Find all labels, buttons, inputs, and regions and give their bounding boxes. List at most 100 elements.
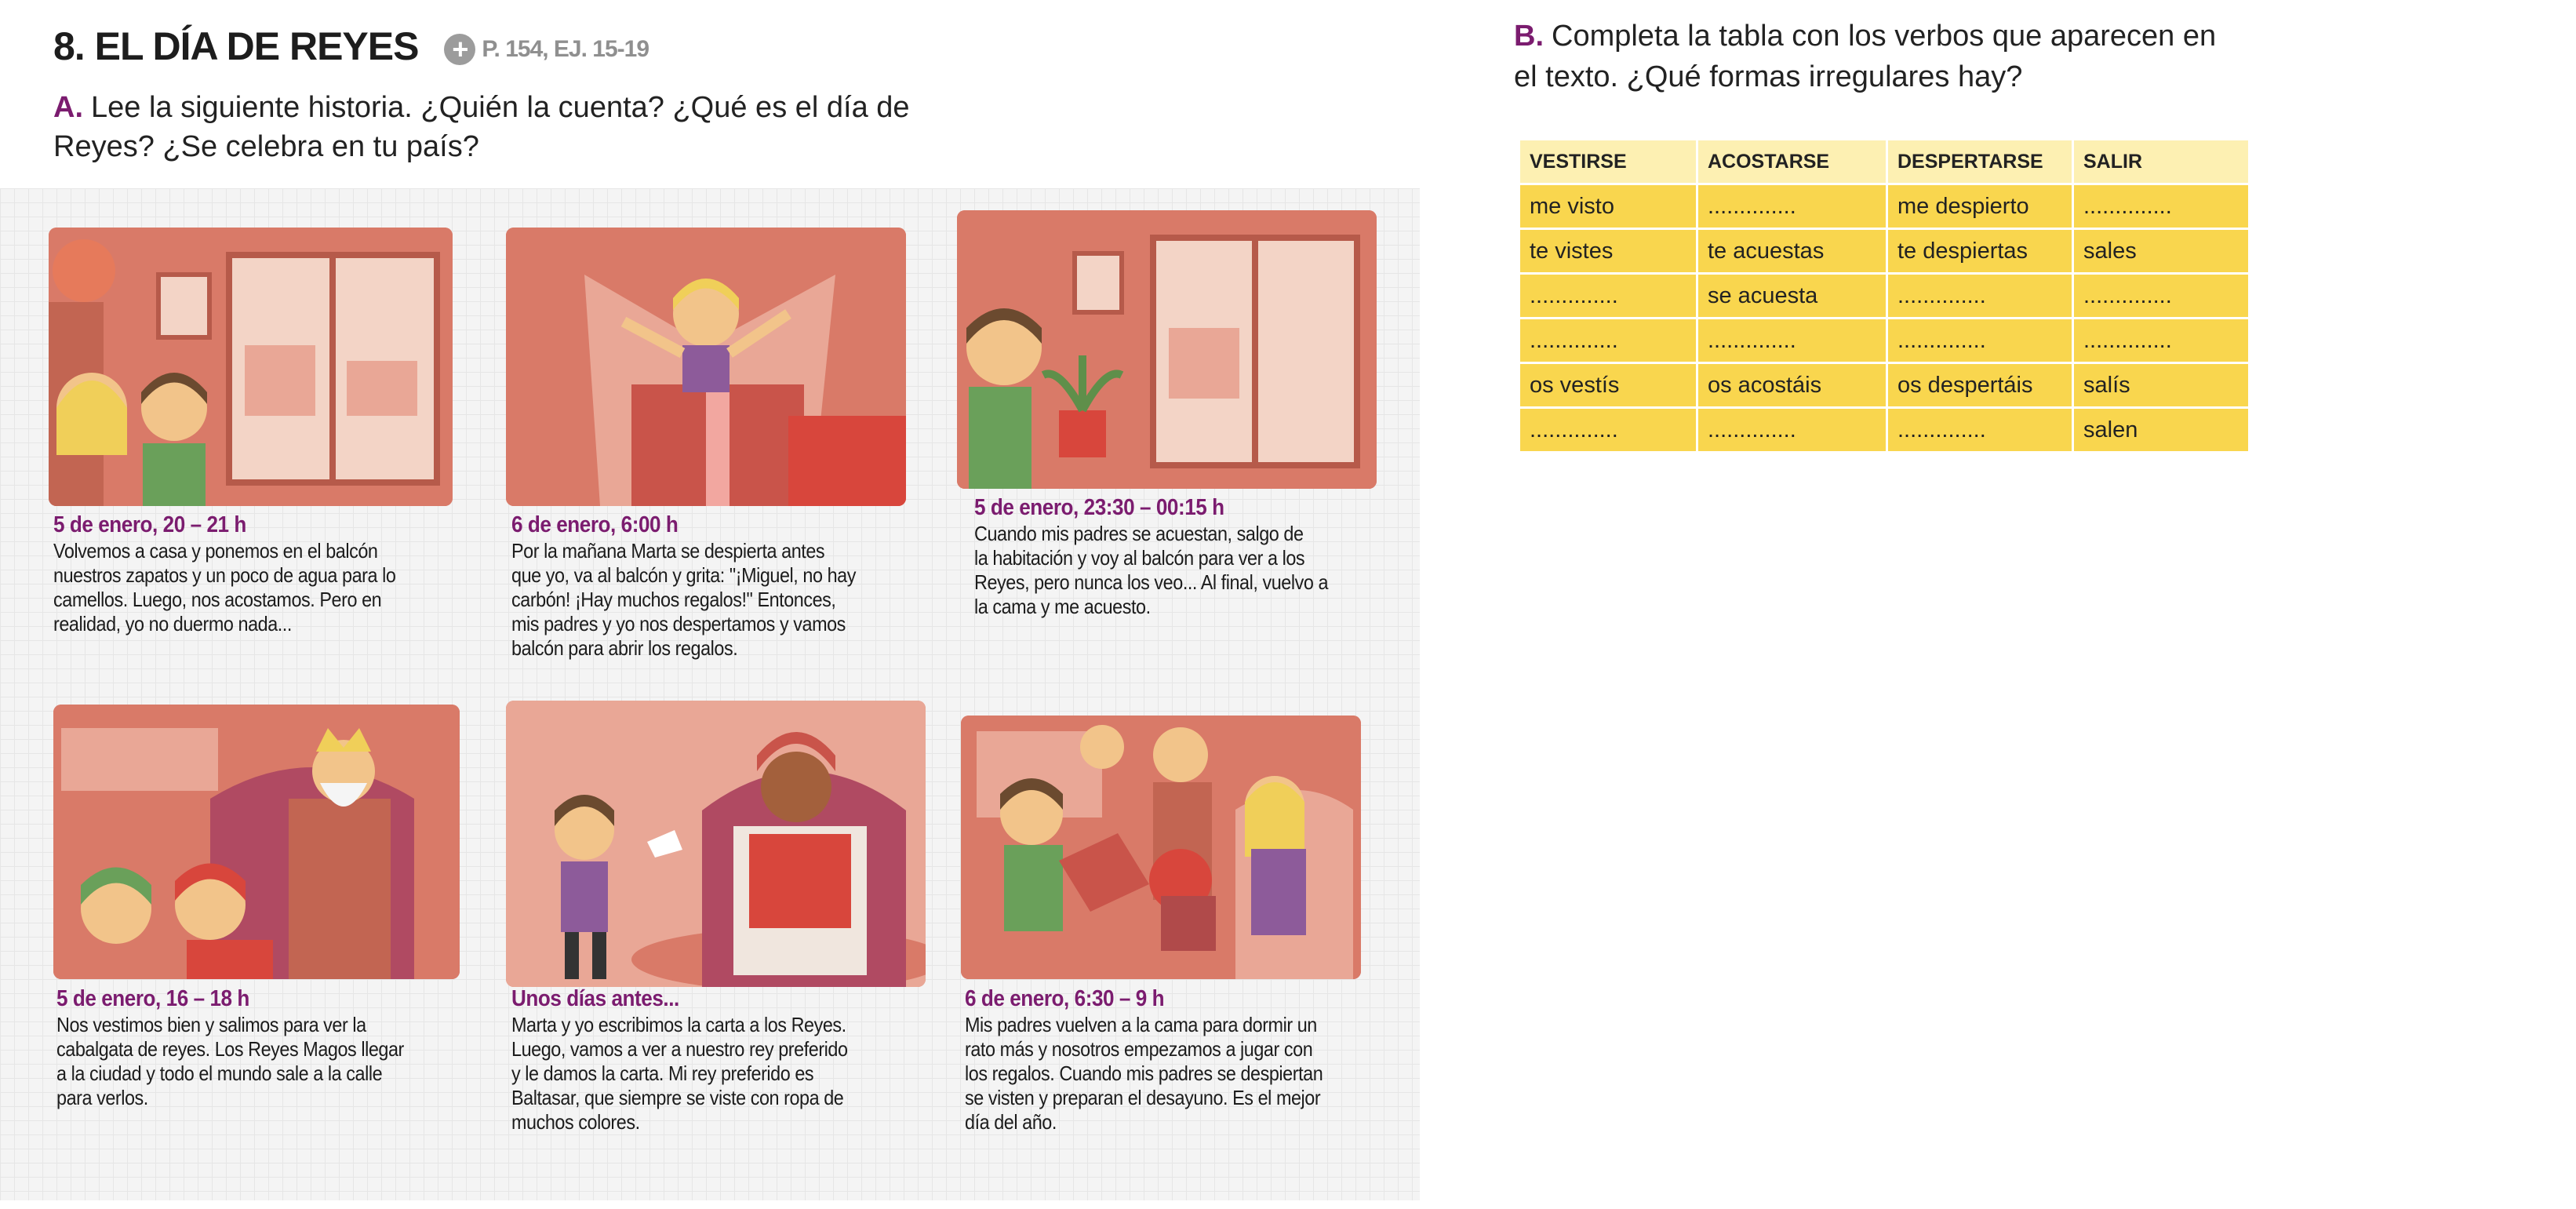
comic-panel-6 <box>961 716 1361 979</box>
exercise-b-line1: Completa la tabla con los verbos que apa… <box>1552 20 2217 53</box>
title-text: 8. EL DÍA DE REYES <box>53 24 419 68</box>
caption-line: Mis padres vuelven a la cama para dormir… <box>965 1013 1317 1036</box>
page-reference[interactable]: + P. 154, EJ. 15-19 <box>444 33 649 65</box>
caption-line: a la ciudad y todo el mundo sale a la ca… <box>56 1062 383 1085</box>
caption-line: realidad, yo no duermo nada... <box>53 612 292 635</box>
comic-panel-5 <box>506 701 926 987</box>
table-row: os vestís os acostáis os despertáis salí… <box>1520 364 2248 406</box>
reference-text: P. 154, EJ. 15-19 <box>482 35 649 62</box>
caption-line: día del año. <box>965 1110 1057 1134</box>
table-row: .............. .............. ..........… <box>1520 409 2248 451</box>
table-cell-blank[interactable]: .............. <box>1888 319 2072 362</box>
caption-time: 5 de enero, 20 – 21 h <box>53 512 246 537</box>
table-cell: te despiertas <box>1888 230 2072 272</box>
table-row: te vistes te acuestas te despiertas sale… <box>1520 230 2248 272</box>
column-header: SALIR <box>2074 140 2248 183</box>
caption-line: rato más y nosotros empezamos a jugar co… <box>965 1037 1313 1061</box>
caption-line: Por la mañana Marta se despierta antes <box>511 539 825 563</box>
panel-3-illustration <box>957 210 1377 489</box>
table-row: me visto .............. me despierto ...… <box>1520 185 2248 228</box>
plus-icon: + <box>444 33 476 65</box>
caption-time: 5 de enero, 23:30 – 00:15 h <box>974 495 1224 520</box>
table-cell-blank[interactable]: .............. <box>2074 275 2248 317</box>
comic-panel-4 <box>53 705 460 979</box>
caption-line: Reyes, pero nunca los veo... Al final, v… <box>974 570 1329 594</box>
table-cell-blank[interactable]: .............. <box>1520 409 1696 451</box>
table-row: .............. .............. ..........… <box>1520 319 2248 362</box>
exercise-a-line1: Lee la siguiente historia. ¿Quién la cue… <box>91 91 910 124</box>
panel-6-illustration <box>961 716 1361 979</box>
caption-line: Baltasar, que siempre se viste con ropa … <box>511 1086 844 1109</box>
page-title: 8. EL DÍA DE REYES + P. 154, EJ. 15-19 <box>53 24 649 69</box>
caption-line: balcón para abrir los regalos. <box>511 636 738 660</box>
exercise-a-section: 8. EL DÍA DE REYES + P. 154, EJ. 15-19 A… <box>0 0 1420 1209</box>
table-cell: sales <box>2074 230 2248 272</box>
caption-line: los regalos. Cuando mis padres se despie… <box>965 1062 1323 1085</box>
panel-1-illustration <box>49 228 453 506</box>
panel-5-illustration <box>506 701 926 987</box>
panel-2-illustration <box>506 228 906 506</box>
header: 8. EL DÍA DE REYES + P. 154, EJ. 15-19 A… <box>0 0 1388 184</box>
caption-line: la habitación y voy al balcón para ver a… <box>974 546 1305 570</box>
caption-line: carbón! ¡Hay muchos regalos!" Entonces, <box>511 588 836 611</box>
verb-table: VESTIRSE ACOSTARSE DESPERTARSE SALIR me … <box>1518 138 2250 453</box>
comic-panel-1 <box>49 228 453 506</box>
caption-line: Luego, vamos a ver a nuestro rey preferi… <box>511 1037 848 1061</box>
table-cell: os vestís <box>1520 364 1696 406</box>
exercise-a-instruction: A. Lee la siguiente historia. ¿Quién la c… <box>53 88 910 166</box>
table-cell-blank[interactable]: .............. <box>1888 275 2072 317</box>
exercise-a-line2: Reyes? ¿Se celebra en tu país? <box>53 130 479 163</box>
table-cell: te acuestas <box>1698 230 1886 272</box>
caption-time: 5 de enero, 16 – 18 h <box>56 986 249 1011</box>
caption-line: Nos vestimos bien y salimos para ver la <box>56 1013 366 1036</box>
comic-panel-2 <box>506 228 906 506</box>
caption-2: 6 de enero, 6:00 h Por la mañana Marta s… <box>511 513 907 661</box>
caption-line: cabalgata de reyes. Los Reyes Magos lleg… <box>56 1037 404 1061</box>
table-cell: se acuesta <box>1698 275 1886 317</box>
caption-line: se visten y preparan el desayuno. Es el … <box>965 1086 1321 1109</box>
panel-4-illustration <box>53 705 460 979</box>
caption-3: 5 de enero, 23:30 – 00:15 h Cuando mis p… <box>974 496 1370 619</box>
caption-line: para verlos. <box>56 1086 148 1109</box>
caption-6: 6 de enero, 6:30 – 9 h Mis padres vuelve… <box>965 987 1374 1134</box>
table-cell-blank[interactable]: .............. <box>1698 409 1886 451</box>
exercise-b-line2: el texto. ¿Qué formas irregulares hay? <box>1514 60 2023 93</box>
caption-time: Unos días antes... <box>511 986 679 1011</box>
column-header: DESPERTARSE <box>1888 140 2072 183</box>
column-header: ACOSTARSE <box>1698 140 1886 183</box>
table-row: .............. se acuesta ..............… <box>1520 275 2248 317</box>
table-cell: os acostáis <box>1698 364 1886 406</box>
table-cell-blank[interactable]: .............. <box>1698 319 1886 362</box>
table-cell-blank[interactable]: .............. <box>1520 319 1696 362</box>
caption-line: Cuando mis padres se acuestan, salgo de <box>974 522 1304 545</box>
table-cell: me despierto <box>1888 185 2072 228</box>
caption-time: 6 de enero, 6:30 – 9 h <box>965 986 1165 1011</box>
caption-line: Volvemos a casa y ponemos en el balcón <box>53 539 378 563</box>
column-header: VESTIRSE <box>1520 140 1696 183</box>
caption-1: 5 de enero, 20 – 21 h Volvemos a casa y … <box>53 513 449 636</box>
table-cell-blank[interactable]: .............. <box>1520 275 1696 317</box>
caption-time: 6 de enero, 6:00 h <box>511 512 679 537</box>
caption-line: y le damos la carta. Mi rey preferido es <box>511 1062 814 1085</box>
caption-line: la cama y me acuesto. <box>974 595 1151 618</box>
table-cell: me visto <box>1520 185 1696 228</box>
comic-panel-3 <box>957 210 1377 489</box>
exercise-b-letter: B. <box>1514 20 1544 53</box>
table-cell: salís <box>2074 364 2248 406</box>
caption-line: mis padres y yo nos despertamos y vamos <box>511 612 846 635</box>
table-header-row: VESTIRSE ACOSTARSE DESPERTARSE SALIR <box>1520 140 2248 183</box>
table-cell: salen <box>2074 409 2248 451</box>
caption-line: Marta y yo escribimos la carta a los Rey… <box>511 1013 846 1036</box>
table-cell-blank[interactable]: .............. <box>1888 409 2072 451</box>
table-cell: te vistes <box>1520 230 1696 272</box>
table-cell-blank[interactable]: .............. <box>2074 185 2248 228</box>
table-cell: os despertáis <box>1888 364 2072 406</box>
table-cell-blank[interactable]: .............. <box>1698 185 1886 228</box>
caption-line: muchos colores. <box>511 1110 640 1134</box>
caption-line: que yo, va al balcón y grita: "¡Miguel, … <box>511 563 856 587</box>
caption-5: Unos días antes... Marta y yo escribimos… <box>511 987 921 1134</box>
caption-line: nuestros zapatos y un poco de agua para … <box>53 563 396 587</box>
table-cell-blank[interactable]: .............. <box>2074 319 2248 362</box>
exercise-a-letter: A. <box>53 91 83 124</box>
caption-line: camellos. Luego, nos acostamos. Pero en <box>53 588 382 611</box>
